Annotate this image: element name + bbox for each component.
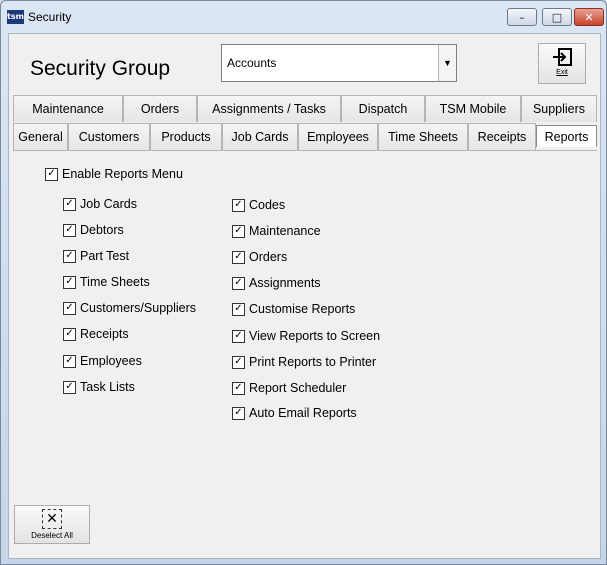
checkbox-label: Employees <box>80 354 142 368</box>
close-button[interactable]: ✕ <box>574 8 604 26</box>
checkbox-icon[interactable]: ✓ <box>232 355 245 369</box>
enable-reports-menu-checkbox[interactable]: ✓ Enable Reports Menu <box>45 167 183 181</box>
tab-products[interactable]: Products <box>150 123 222 150</box>
title-bar[interactable]: tsm Security – □ ✕ <box>1 1 606 33</box>
tab-customers[interactable]: Customers <box>68 123 150 150</box>
checkbox-icon[interactable]: ✓ <box>45 167 58 181</box>
checkbox-assignments[interactable]: ✓ Assignments <box>232 276 321 290</box>
window-title: Security <box>28 10 72 24</box>
tab-time-sheets[interactable]: Time Sheets <box>378 123 468 150</box>
tab-dispatch[interactable]: Dispatch <box>341 95 425 122</box>
checkbox-label: Enable Reports Menu <box>62 167 183 181</box>
page-title: Security Group <box>30 57 171 80</box>
checkbox-label: Print Reports to Printer <box>249 355 377 369</box>
security-window: tsm Security – □ ✕ Security Group Accoun… <box>0 0 607 565</box>
checkbox-icon[interactable]: ✓ <box>63 249 76 263</box>
checkbox-codes[interactable]: ✓ Codes <box>232 198 285 212</box>
tab-receipts[interactable]: Receipts <box>468 123 536 150</box>
checkbox-icon[interactable]: ✓ <box>232 406 245 420</box>
checkbox-icon[interactable]: ✓ <box>63 380 76 394</box>
tab-maintenance[interactable]: Maintenance <box>13 95 123 122</box>
checkbox-label: Job Cards <box>80 197 137 211</box>
exit-label: Exit <box>556 69 568 76</box>
checkbox-icon[interactable]: ✓ <box>63 197 76 211</box>
tab-assignments-tasks[interactable]: Assignments / Tasks <box>197 95 341 122</box>
checkbox-label: Debtors <box>80 223 124 237</box>
checkbox-icon[interactable]: ✓ <box>63 275 76 289</box>
checkbox-debtors[interactable]: ✓ Debtors <box>63 223 124 237</box>
checkbox-icon[interactable]: ✓ <box>232 276 245 290</box>
checkbox-label: Receipts <box>80 327 129 341</box>
checkbox-receipts[interactable]: ✓ Receipts <box>63 327 129 341</box>
checkbox-label: Task Lists <box>80 380 135 394</box>
tab-tsm-mobile[interactable]: TSM Mobile <box>425 95 521 122</box>
security-group-select[interactable]: Accounts ▼ <box>221 44 457 82</box>
app-icon: tsm <box>7 10 24 24</box>
checkbox-label: Auto Email Reports <box>249 406 357 420</box>
checkbox-auto-email-reports[interactable]: ✓ Auto Email Reports <box>232 406 357 420</box>
exit-icon <box>551 47 573 70</box>
checkbox-icon[interactable]: ✓ <box>63 223 76 237</box>
tab-reports[interactable]: Reports <box>536 125 597 147</box>
checkbox-customers-suppliers[interactable]: ✓ Customers/Suppliers <box>63 301 196 315</box>
checkbox-label: View Reports to Screen <box>249 329 381 343</box>
checkbox-report-scheduler[interactable]: ✓ Report Scheduler <box>232 381 346 395</box>
checkbox-label: Orders <box>249 250 288 264</box>
checkbox-label: Customers/Suppliers <box>80 301 197 315</box>
tab-general[interactable]: General <box>13 123 68 150</box>
checkbox-label: Codes <box>249 198 286 212</box>
checkbox-customise-reports[interactable]: ✓ Customise Reports <box>232 302 355 316</box>
checkbox-label: Maintenance <box>249 224 321 238</box>
checkbox-icon[interactable]: ✓ <box>232 381 245 395</box>
checkbox-job-cards[interactable]: ✓ Job Cards <box>63 197 137 211</box>
tab-row-2: General Customers Products Job Cards Emp… <box>13 123 597 150</box>
deselect-icon: ✕ <box>42 509 62 529</box>
checkbox-icon[interactable]: ✓ <box>232 329 245 343</box>
tab-suppliers[interactable]: Suppliers <box>521 95 597 122</box>
chevron-down-icon[interactable]: ▼ <box>438 45 456 81</box>
checkbox-icon[interactable]: ✓ <box>232 198 245 212</box>
checkbox-label: Report Scheduler <box>249 381 347 395</box>
checkbox-icon[interactable]: ✓ <box>232 302 245 316</box>
deselect-all-label: Deselect All <box>31 531 73 540</box>
minimize-button[interactable]: – <box>507 8 537 26</box>
tab-row-1: Maintenance Orders Assignments / Tasks D… <box>13 95 597 122</box>
checkbox-view-reports-to-screen[interactable]: ✓ View Reports to Screen <box>232 329 380 343</box>
checkbox-icon[interactable]: ✓ <box>232 250 245 264</box>
exit-button[interactable]: Exit <box>538 43 586 84</box>
checkbox-orders[interactable]: ✓ Orders <box>232 250 287 264</box>
checkbox-label: Customise Reports <box>249 302 356 316</box>
checkbox-maintenance[interactable]: ✓ Maintenance <box>232 224 321 238</box>
checkbox-employees[interactable]: ✓ Employees <box>63 354 142 368</box>
checkbox-label: Assignments <box>249 276 321 290</box>
checkbox-task-lists[interactable]: ✓ Task Lists <box>63 380 135 394</box>
checkbox-icon[interactable]: ✓ <box>232 224 245 238</box>
deselect-all-button[interactable]: ✕ Deselect All <box>14 505 90 544</box>
checkbox-icon[interactable]: ✓ <box>63 354 76 368</box>
checkbox-icon[interactable]: ✓ <box>63 327 76 341</box>
security-group-value: Accounts <box>227 56 277 70</box>
tab-orders[interactable]: Orders <box>123 95 197 122</box>
checkbox-label: Time Sheets <box>80 275 150 289</box>
checkbox-part-test[interactable]: ✓ Part Test <box>63 249 129 263</box>
client-area: Security Group Accounts ▼ Exit Maintenan… <box>8 33 601 559</box>
checkbox-label: Part Test <box>80 249 130 263</box>
tab-employees[interactable]: Employees <box>298 123 378 150</box>
checkbox-print-reports-to-printer[interactable]: ✓ Print Reports to Printer <box>232 355 376 369</box>
maximize-button[interactable]: □ <box>542 8 572 26</box>
reports-panel: ✓ Enable Reports Menu ✓ Job Cards ✓ Debt… <box>13 150 597 554</box>
checkbox-time-sheets[interactable]: ✓ Time Sheets <box>63 275 150 289</box>
tab-job-cards[interactable]: Job Cards <box>222 123 298 150</box>
checkbox-icon[interactable]: ✓ <box>63 301 76 315</box>
